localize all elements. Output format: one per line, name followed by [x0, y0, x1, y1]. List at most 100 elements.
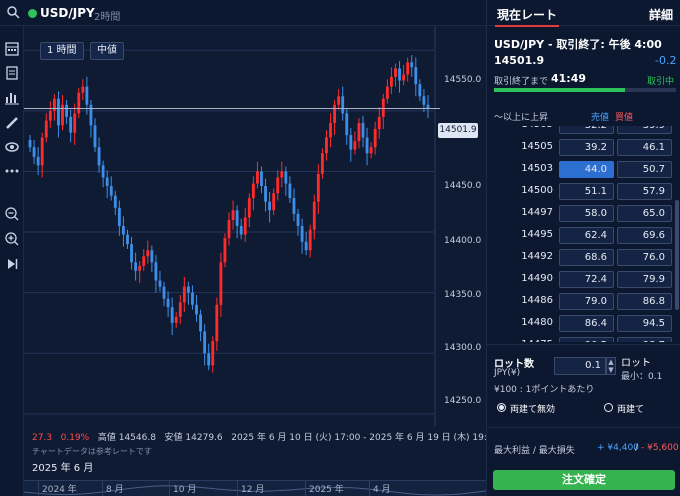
more-icon[interactable]: [4, 163, 20, 179]
candle-body: [182, 286, 186, 303]
hedge-enabled-label[interactable]: 両建て: [617, 402, 644, 415]
ask-price-button[interactable]: 86.8: [617, 293, 672, 310]
candle-body: [199, 314, 202, 332]
bid-price-button[interactable]: 68.6: [559, 249, 614, 266]
ask-price-button[interactable]: 94.5: [617, 315, 672, 332]
ladder-row[interactable]: 14480 86.4 94.5: [487, 313, 673, 335]
bid-price-button[interactable]: 44.0: [559, 161, 614, 178]
bar-chart-icon[interactable]: [4, 89, 20, 105]
ask-price-button[interactable]: 79.9: [617, 271, 672, 288]
tab-details[interactable]: 詳細: [649, 6, 673, 23]
tab-current-rate[interactable]: 現在レート: [494, 6, 560, 27]
ask-price-button[interactable]: 76.0: [617, 249, 672, 266]
candle-body: [113, 195, 117, 208]
ask-price-button[interactable]: 98.7: [617, 337, 672, 342]
candle-body: [243, 217, 247, 235]
lot-input[interactable]: 0.1: [554, 357, 606, 375]
ask-price-button[interactable]: 50.7: [617, 161, 672, 178]
ladder-row[interactable]: 14475 90.598.7: [487, 335, 673, 342]
ask-price-button[interactable]: 69.6: [617, 227, 672, 244]
zoom-in-icon[interactable]: [4, 231, 20, 247]
countdown-timer: 41:49: [551, 72, 587, 85]
ladder-scrollbar[interactable]: [675, 200, 679, 310]
bid-price-button[interactable]: 58.0: [559, 205, 614, 222]
high-label: 高値: [97, 433, 116, 443]
candle-body: [150, 250, 154, 263]
low-value: 14279.6: [185, 433, 223, 443]
strike-ladder[interactable]: 1450532.239.91450539.246.11450344.050.71…: [487, 126, 680, 342]
ask-price-button[interactable]: 39.9: [617, 126, 672, 134]
confirm-order-button[interactable]: 注文確定: [493, 470, 675, 490]
price-type-chip[interactable]: 中値: [90, 42, 124, 60]
candle-body: [146, 250, 150, 257]
candle-body: [57, 98, 60, 126]
candle-body: [166, 298, 170, 308]
timeframe-label[interactable]: 2時間: [94, 8, 120, 23]
bid-price-button[interactable]: 86.4: [559, 315, 614, 332]
high-value: 14546.8: [118, 433, 156, 443]
strike-price: 14480: [521, 317, 553, 328]
candle-body: [268, 201, 272, 211]
ask-price-button[interactable]: 65.0: [617, 205, 672, 222]
candle-body: [81, 86, 85, 93]
candle-body: [44, 120, 48, 138]
candle-body: [28, 139, 32, 148]
hedge-disabled-radio[interactable]: [497, 403, 506, 412]
eye-icon[interactable]: [4, 139, 20, 155]
ladder-row[interactable]: 14490 72.4 79.9: [487, 269, 673, 291]
y-tick-label: 14400.0: [444, 236, 482, 246]
ask-price-button[interactable]: 46.1: [617, 139, 672, 156]
chart-toolbar: [0, 26, 24, 496]
ladder-row[interactable]: 14495 62.4 69.6: [487, 225, 673, 247]
lot-stepper[interactable]: ▲ ▼: [606, 357, 616, 375]
jump-to-latest-icon[interactable]: [4, 256, 20, 272]
candle-body: [361, 122, 365, 138]
ask-price-button[interactable]: 57.9: [617, 183, 672, 200]
ladder-row[interactable]: 14505 39.2 46.1: [487, 137, 673, 159]
strike-price: 14495: [521, 229, 553, 240]
timeline-navigator[interactable]: 2024 年 8 月 10 月 12 月 2025 年 4 月: [24, 480, 486, 496]
ladder-row[interactable]: 14500 51.1 57.9: [487, 181, 673, 203]
bid-price-button[interactable]: 32.2: [559, 126, 614, 134]
hedge-enabled-radio[interactable]: [604, 403, 613, 412]
candle-body: [426, 104, 430, 109]
hedge-disabled-label[interactable]: 両建て無効: [510, 402, 555, 415]
bid-price-button[interactable]: 51.1: [559, 183, 614, 200]
candlestick-plot[interactable]: [24, 26, 486, 426]
candle-body: [219, 262, 223, 305]
bid-price-button[interactable]: 72.4: [559, 271, 614, 288]
ohlc-stats: 27.3 0.19% 高値 14546.8 安値 14279.6 2025 年 …: [32, 430, 498, 443]
ladder-row[interactable]: 14486 79.0 86.8: [487, 291, 673, 313]
pl-separator: /: [635, 443, 639, 453]
ladder-row[interactable]: 14503 44.0 50.7: [487, 159, 673, 181]
candle-body: [186, 286, 190, 293]
ladder-row[interactable]: 14505 32.239.9: [487, 126, 673, 137]
symbol-label[interactable]: USD/JPY: [40, 6, 95, 20]
price-chart[interactable]: 1 時間 中値 14550.0 14450.0 14400.0 14350.0 …: [24, 26, 498, 496]
candle-body: [304, 241, 308, 251]
bid-price-button[interactable]: 39.2: [559, 139, 614, 156]
bid-price-button[interactable]: 62.4: [559, 227, 614, 244]
ask-header: 買値: [615, 113, 634, 123]
candle-body: [195, 304, 198, 315]
divider: [487, 344, 680, 345]
zoom-out-icon[interactable]: [4, 206, 20, 222]
trade-panel: 現在レート 詳細 USD/JPY - 取引終了: 午後 4:00 14501.9…: [486, 0, 680, 496]
ladder-row[interactable]: 14497 58.0 65.0: [487, 203, 673, 225]
nav-tick: [237, 481, 238, 496]
ladder-row[interactable]: 14492 68.6 76.0: [487, 247, 673, 269]
candle-body: [300, 226, 304, 242]
current-month-label: 2025 年 6 月: [32, 463, 94, 474]
candle-body: [390, 76, 393, 87]
calculator-icon[interactable]: [4, 41, 20, 57]
candle-body: [369, 147, 373, 154]
interval-chip[interactable]: 1 時間: [40, 42, 84, 60]
bid-price-button[interactable]: 90.5: [559, 337, 614, 342]
search-icon[interactable]: [6, 5, 20, 19]
per-point-note: ¥100 : 1ポイントあたり: [494, 385, 595, 395]
layers-icon[interactable]: [4, 65, 20, 81]
candle-body: [122, 226, 125, 235]
y-tick-label: 14250.0: [444, 396, 482, 406]
bid-price-button[interactable]: 79.0: [559, 293, 614, 310]
pencil-icon[interactable]: [4, 115, 20, 131]
